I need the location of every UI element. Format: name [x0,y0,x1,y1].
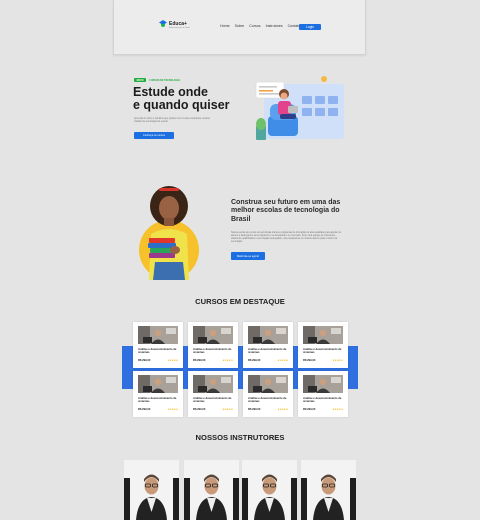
course-card[interactable]: Análise e desenvolvimento de sistemas R$ … [133,371,183,417]
rating-stars-icon: ★★★★★ [332,359,343,362]
course-thumbnail [248,326,288,344]
rating-stars-icon: ★★★★★ [222,408,233,411]
hero-illustration [255,76,344,140]
brand-tagline: Educação para o futuro [169,27,190,29]
rating-stars-icon: ★★★★★ [167,359,178,362]
rating-stars-icon: ★★★★★ [277,408,288,411]
nav-cursos[interactable]: Cursos [249,24,260,28]
student-photo [139,186,199,280]
rating-stars-icon: ★★★★★ [332,408,343,411]
course-thumbnail [248,375,288,393]
hero-title: Estude onde e quando quiser [133,86,243,112]
course-thumbnail [138,326,178,344]
course-card[interactable]: Análise e desenvolvimento de sistemas R$ … [298,322,348,368]
course-card[interactable]: Análise e desenvolvimento de sistemas R$ … [188,371,238,417]
instructor-card[interactable] [124,460,179,520]
course-card[interactable]: Análise e desenvolvimento de sistemas R$ … [298,371,348,417]
course-name: Análise e desenvolvimento de sistemas [138,397,177,404]
hero-title-line1: Estude onde [133,85,209,99]
logo-icon [159,20,167,27]
courses-section-title: CURSOS EM DESTAQUE [195,297,285,306]
enroll-button[interactable]: Matricule-se agora! [231,252,265,260]
instructor-card[interactable] [242,460,297,520]
course-name: Análise e desenvolvimento de sistemas [303,397,342,404]
about-description: Nossa escola de cursos de tecnologia ofe… [231,231,341,244]
course-name: Análise e desenvolvimento de sistemas [303,348,342,355]
course-name: Análise e desenvolvimento de sistemas [138,348,177,355]
rating-stars-icon: ★★★★★ [277,359,288,362]
course-price: R$ 299,00 [138,359,151,362]
nav-sobre[interactable]: Sobre [235,24,245,28]
nav-instrutores[interactable]: Instrutores [266,24,283,28]
login-button[interactable]: Login [299,24,321,30]
course-name: Análise e desenvolvimento de sistemas [193,348,232,355]
instructors-section-title: NOSSOS INSTRUTORES [195,433,285,442]
course-card[interactable]: Análise e desenvolvimento de sistemas R$ … [133,322,183,368]
course-thumbnail [303,375,343,393]
nav-home[interactable]: Home [220,24,230,28]
instructor-photo [184,460,239,520]
course-thumbnail [193,375,233,393]
course-thumbnail [193,326,233,344]
hero-cta-button[interactable]: Conheça os cursos [134,132,174,139]
course-thumbnail [303,326,343,344]
course-price: R$ 299,00 [303,359,316,362]
course-price: R$ 299,00 [248,359,261,362]
rating-stars-icon: ★★★★★ [167,408,178,411]
logo[interactable]: Educa+ [159,20,187,27]
instructor-photo [242,460,297,520]
course-price: R$ 299,00 [193,359,206,362]
course-price: R$ 299,00 [303,408,316,411]
hero-badge-row: NOVO CURSOS DE TECNOLOGIA [134,78,181,83]
course-name: Análise e desenvolvimento de sistemas [248,348,287,355]
course-price: R$ 299,00 [193,408,206,411]
rating-stars-icon: ★★★★★ [222,359,233,362]
instructor-photo [301,460,356,520]
site-header: Educa+ Educação para o futuro Home Sobre… [113,0,366,55]
instructor-card[interactable] [184,460,239,520]
instructor-card[interactable] [301,460,356,520]
course-card[interactable]: Análise e desenvolvimento de sistemas R$ … [243,322,293,368]
hero-badge-text: CURSOS DE TECNOLOGIA [149,78,181,82]
course-card[interactable]: Análise e desenvolvimento de sistemas R$ … [188,322,238,368]
brand-name: Educa+ [169,20,187,27]
about-title: Construa seu futuro em uma das melhor es… [231,199,341,223]
course-name: Análise e desenvolvimento de sistemas [193,397,232,404]
course-card[interactable]: Análise e desenvolvimento de sistemas R$ … [243,371,293,417]
course-price: R$ 299,00 [138,408,151,411]
course-thumbnail [138,375,178,393]
main-nav: Home Sobre Cursos Instrutores Contato [220,24,300,28]
course-name: Análise e desenvolvimento de sistemas [248,397,287,404]
hero-badge: NOVO [134,78,147,83]
instructor-photo [124,460,179,520]
hero-description: Aprenda no ritmo e horários que preferir… [134,117,210,124]
course-price: R$ 299,00 [248,408,261,411]
hero-title-line2: e quando quiser [133,98,230,112]
